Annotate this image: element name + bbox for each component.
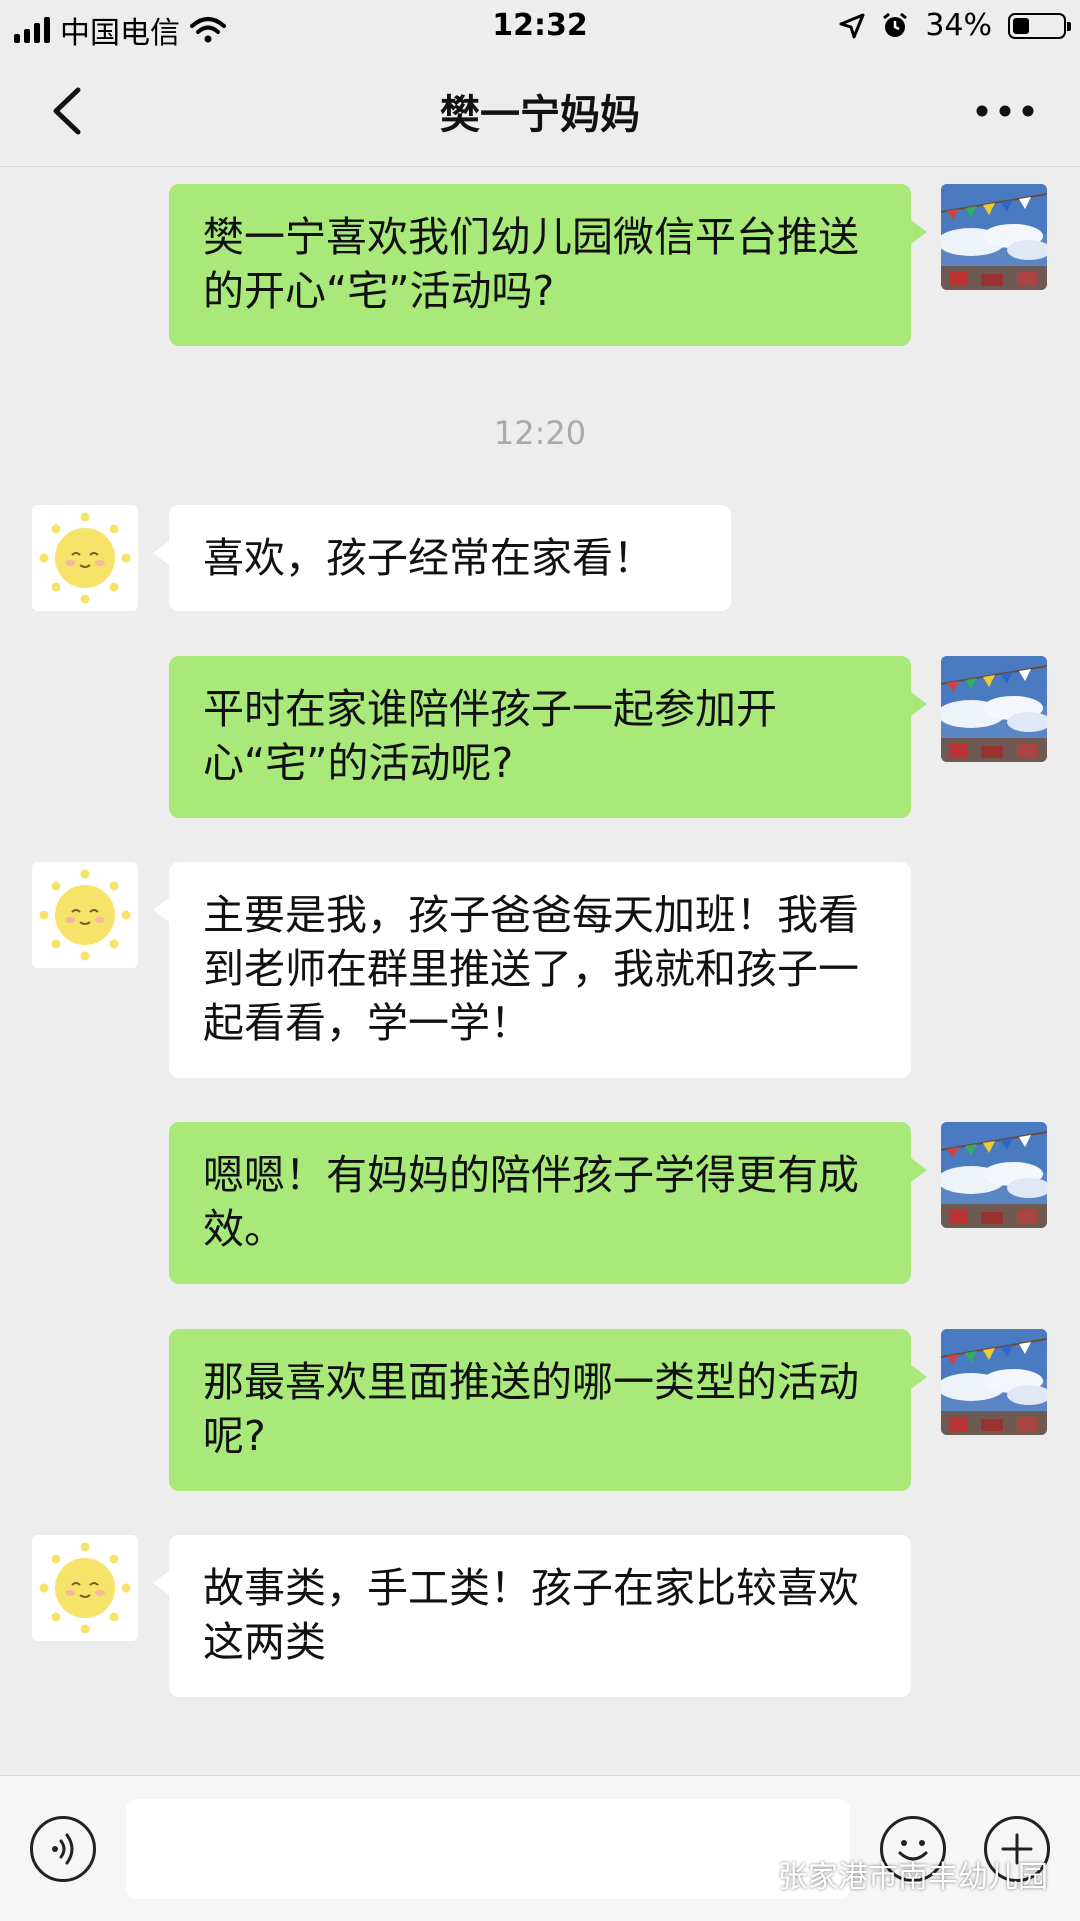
contact-avatar[interactable] xyxy=(32,862,138,968)
chat-title: 樊一宁妈妈 xyxy=(440,92,640,138)
outgoing-message-bubble[interactable]: 那最喜欢里面推送的哪一类型的活动呢? xyxy=(169,1329,927,1491)
outgoing-message-bubble[interactable]: 樊一宁喜欢我们幼儿园微信平台推送的开心“宅”活动吗? xyxy=(169,184,927,346)
self-avatar[interactable] xyxy=(941,1122,1047,1228)
incoming-message-bubble[interactable]: 故事类，手工类！孩子在家比较喜欢这两类 xyxy=(153,1535,911,1697)
wechat-logo-icon xyxy=(731,1861,769,1886)
alarm-icon xyxy=(883,12,908,37)
input-bar: 张家港市南丰幼儿园 xyxy=(0,1775,1080,1921)
self-avatar[interactable] xyxy=(941,1329,1047,1435)
outgoing-message-bubble[interactable]: 平时在家谁陪伴孩子一起参加开心“宅”的活动呢? xyxy=(169,656,927,818)
battery-icon xyxy=(1008,12,1071,39)
watermark: 张家港市南丰幼儿园 xyxy=(730,1852,1048,1896)
voice-icon[interactable] xyxy=(30,1816,96,1882)
chat-messages[interactable]: 樊一宁喜欢我们幼儿园微信平台推送的开心“宅”活动吗? 12:20 喜欢，孩子经常… xyxy=(0,167,1080,1774)
battery-percent: 34% xyxy=(925,8,992,43)
location-arrow-icon xyxy=(839,13,865,38)
nav-bar: 樊一宁妈妈 xyxy=(0,56,1080,167)
watermark-text: 张家港市南丰幼儿园 xyxy=(778,1860,1048,1895)
incoming-message-bubble[interactable]: 喜欢，孩子经常在家看！ xyxy=(153,505,731,611)
outgoing-message-bubble[interactable]: 嗯嗯！有妈妈的陪伴孩子学得更有成效。 xyxy=(169,1122,927,1284)
chat-timestamp: 12:20 xyxy=(493,414,587,452)
status-bar: 中国电信 12:32 34% xyxy=(0,0,1080,56)
status-right: 34% xyxy=(839,8,1071,43)
incoming-message-bubble[interactable]: 主要是我，孩子爸爸每天加班！我看到老师在群里推送了，我就和孩子一起看看，学一学！ xyxy=(153,862,911,1078)
more-options-icon[interactable] xyxy=(970,88,1040,134)
contact-avatar[interactable] xyxy=(32,1535,138,1641)
self-avatar[interactable] xyxy=(941,184,1047,290)
self-avatar[interactable] xyxy=(941,656,1047,762)
contact-avatar[interactable] xyxy=(32,505,138,611)
